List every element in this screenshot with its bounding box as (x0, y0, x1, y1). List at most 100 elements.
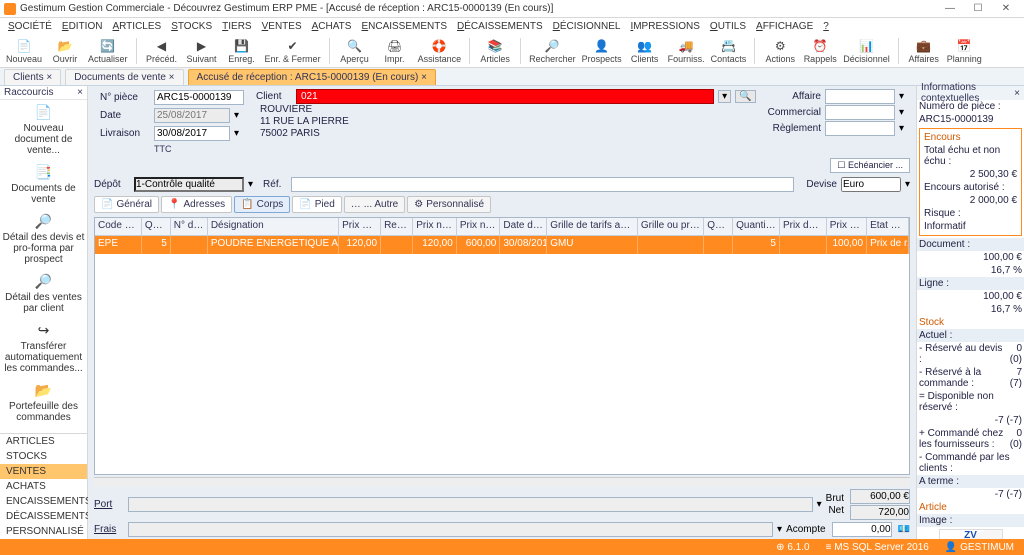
search-icon[interactable]: 🔍 (735, 90, 755, 103)
column-header[interactable]: Prix net unit... (413, 218, 457, 235)
menu-item[interactable]: IMPRESSIONS (630, 21, 699, 32)
column-header[interactable]: Etat de la l... (867, 218, 909, 235)
ref-input[interactable] (291, 177, 794, 192)
shortcut-item[interactable]: 🔎Détail des devis et pro-forma par prosp… (0, 209, 87, 269)
shortcut-item[interactable]: 🔎Détail des ventes par client (0, 269, 87, 318)
document-tab[interactable]: Documents de vente × (65, 69, 183, 85)
table-row[interactable]: EPE5POUDRE ENERGETIQUE AU GOUT ORANGE120… (95, 236, 909, 254)
column-header[interactable]: Date de livrai... (500, 218, 547, 235)
menu-item[interactable]: TIERS (222, 21, 251, 32)
document-tab[interactable]: Clients × (4, 69, 61, 85)
toolbar-clients[interactable]: 👥Clients (628, 38, 662, 64)
column-header[interactable]: Grille ou promotion (638, 218, 704, 235)
depot-input[interactable] (134, 177, 244, 192)
toolbar-actualiser[interactable]: 🔄Actualiser (88, 38, 128, 64)
commercial-input[interactable] (825, 105, 895, 120)
page-tab[interactable]: 📋Corps (234, 196, 290, 213)
nav-section[interactable]: ACHATS (0, 479, 87, 494)
toolbar-rappels[interactable]: ⏰Rappels (803, 38, 837, 64)
column-header[interactable]: Remise (381, 218, 413, 235)
menu-item[interactable]: OUTILS (710, 21, 746, 32)
toolbar-affaires[interactable]: 💼Affaires (907, 38, 941, 64)
toolbar-fourniss.[interactable]: 🚚Fourniss. (668, 38, 705, 64)
toolbar-nouveau[interactable]: 📄Nouveau (6, 38, 42, 64)
toolbar-actions[interactable]: ⚙Actions (763, 38, 797, 64)
nav-section[interactable]: STOCKS (0, 449, 87, 464)
nav-section[interactable]: DÉCAISSEMENTS (0, 509, 87, 524)
column-header[interactable]: Code article (95, 218, 142, 235)
menu-item[interactable]: ACHATS (312, 21, 352, 32)
acompte-input[interactable] (832, 522, 892, 537)
toolbar-impr.[interactable]: 🖨Impr. (378, 38, 412, 64)
menu-item[interactable]: ARTICLES (112, 21, 161, 32)
toolbar-aperçu[interactable]: 🔍Aperçu (338, 38, 372, 64)
affaire-input[interactable] (825, 89, 895, 104)
column-header[interactable]: Quan... (142, 218, 171, 235)
toolbar-articles[interactable]: 📚Articles (478, 38, 512, 64)
shortcut-item[interactable]: 📂Portefeuille des commandes (0, 378, 87, 427)
menu-item[interactable]: DÉCISIONNEL (553, 21, 621, 32)
frais-input[interactable] (128, 522, 773, 537)
toolbar-décisionnel[interactable]: 📊Décisionnel (843, 38, 890, 64)
column-header[interactable]: Désignation (208, 218, 339, 235)
minimize-button[interactable]: — (936, 1, 964, 17)
close-icon[interactable]: × (77, 87, 83, 98)
dropdown-icon[interactable]: ▾ (777, 524, 782, 535)
menu-item[interactable]: DÉCAISSEMENTS (457, 21, 543, 32)
close-button[interactable]: ✕ (992, 1, 1020, 17)
dropdown-icon[interactable]: ▾ (899, 91, 904, 102)
dropdown-icon[interactable]: ▾ (718, 90, 731, 103)
page-tab[interactable]: 📄Général (94, 196, 159, 213)
calendar-icon[interactable]: ▾ (234, 110, 239, 121)
dropdown-icon[interactable]: ▾ (248, 179, 253, 190)
menu-item[interactable]: STOCKS (171, 21, 212, 32)
page-tab[interactable]: 📍Adresses (161, 196, 232, 213)
column-header[interactable]: Quantité rest... (733, 218, 780, 235)
menu-item[interactable]: EDITION (62, 21, 103, 32)
page-tab[interactable]: …... Autre (344, 196, 405, 213)
client-code-input[interactable]: 021 (296, 89, 714, 104)
toolbar-assistance[interactable]: 🛟Assistance (418, 38, 462, 64)
toolbar-prospects[interactable]: 👤Prospects (582, 38, 622, 64)
echeancier-button[interactable]: ☐ Echéancier ... (830, 158, 910, 173)
column-header[interactable]: Prix net total (457, 218, 501, 235)
nav-section[interactable]: ARTICLES (0, 434, 87, 449)
dropdown-icon[interactable]: ▾ (905, 179, 910, 190)
page-tab[interactable]: ⚙Personnalisé (407, 196, 491, 213)
livraison-input[interactable] (154, 126, 230, 141)
column-header[interactable]: N° de lot 1 (171, 218, 208, 235)
port-input[interactable] (128, 497, 813, 512)
horizontal-scrollbar[interactable] (94, 477, 910, 487)
shortcut-item[interactable]: ↪Transférer automatiquement les commande… (0, 318, 87, 378)
toolbar-rechercher[interactable]: 🔎Rechercher (529, 38, 576, 64)
column-header[interactable]: Prix de revie... (780, 218, 827, 235)
toolbar-précéd.[interactable]: ◀Précéd. (145, 38, 179, 64)
close-icon[interactable]: × (1014, 88, 1020, 99)
toolbar-ouvrir[interactable]: 📂Ouvrir (48, 38, 82, 64)
reglement-input[interactable] (825, 121, 895, 136)
dropdown-icon[interactable]: ▾ (899, 107, 904, 118)
devise-input[interactable] (841, 177, 901, 192)
column-header[interactable]: Quan... (704, 218, 733, 235)
toolbar-suivant[interactable]: ▶Suivant (185, 38, 219, 64)
menu-item[interactable]: SOCIÉTÉ (8, 21, 52, 32)
toolbar-contacts[interactable]: 📇Contacts (711, 38, 747, 64)
dropdown-icon[interactable]: ▾ (899, 123, 904, 134)
currency-icon[interactable]: 💶 (898, 524, 910, 535)
toolbar-planning[interactable]: 📅Planning (947, 38, 982, 64)
column-header[interactable]: Prix de re... (827, 218, 867, 235)
menu-item[interactable]: VENTES (262, 21, 302, 32)
nav-section[interactable]: ENCAISSEMENTS (0, 494, 87, 509)
nav-section[interactable]: VENTES (0, 464, 87, 479)
column-header[interactable]: Prix brut un... (339, 218, 381, 235)
page-tab[interactable]: 📄Pied (292, 196, 341, 213)
nav-section[interactable]: PERSONNALISÉ (0, 524, 87, 539)
menu-item[interactable]: ? (823, 21, 829, 32)
calendar-icon[interactable]: ▾ (234, 128, 239, 139)
shortcut-item[interactable]: 📑Documents de vente (0, 160, 87, 209)
shortcut-item[interactable]: 📄Nouveau document de vente... (0, 100, 87, 160)
ttc-toggle[interactable]: TTC (154, 144, 172, 154)
document-tab[interactable]: Accusé de réception : ARC15-0000139 (En … (188, 69, 436, 85)
menu-item[interactable]: AFFICHAGE (756, 21, 813, 32)
menu-item[interactable]: ENCAISSEMENTS (361, 21, 447, 32)
